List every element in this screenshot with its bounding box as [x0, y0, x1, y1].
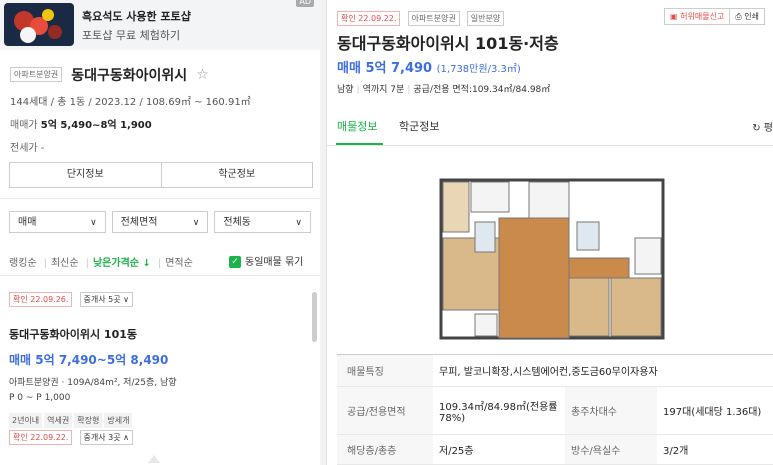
parking-value: 197대(세대당 1.36대): [657, 386, 773, 435]
divider: [0, 198, 320, 199]
ad-title[interactable]: 흑요석도 사용한 포토샵: [82, 8, 191, 24]
agent-count-label: 중개사 3곳: [83, 433, 121, 442]
parking-label: 총주차대수: [565, 386, 657, 435]
listing-info-table: 매물특징 무피, 발코니확장,시스템에어컨,중도금60무이자용자 공급/전용면적…: [337, 354, 773, 465]
agent-count-button[interactable]: 중개사 5곳 ∨: [79, 292, 134, 307]
filter-bar: 매매 ∨ 전체면적 ∨ 전체동 ∨: [9, 211, 312, 233]
price-value: 5억 5,490~8억 1,900: [40, 119, 152, 131]
area-value: 109.34㎡/84.98㎡(전용률78%): [433, 386, 565, 435]
same-listing-label: 동일매물 묶기: [245, 257, 304, 268]
chevron-down-icon: ∨: [192, 218, 200, 228]
detail-summary: 남향 | 역까지 7분 | 공급/전용 면적:109.34㎡/84.98㎡: [337, 85, 551, 95]
active-tab-indicator: [336, 143, 383, 145]
tab-school-info[interactable]: 학군정보: [399, 118, 439, 134]
trade-type-select[interactable]: 매매 ∨: [9, 211, 106, 233]
chevron-down-icon: ∨: [90, 218, 97, 228]
confirm-badge: 확인 22.09.22.: [337, 11, 401, 26]
floor-value: 저/25층: [433, 434, 565, 465]
pyung-label: 평: [763, 123, 773, 134]
sort-area[interactable]: 면적순: [165, 258, 193, 269]
detail-tabs: 매물정보 학군정보 ↻ 평: [327, 105, 773, 146]
floor-plan-image[interactable]: [439, 178, 665, 340]
sort-latest[interactable]: 최신순: [51, 258, 79, 269]
listing-footer: 확인 22.09.22. 중개사 3곳 ∧: [9, 425, 134, 445]
floor-label: 해당층/총층: [337, 434, 433, 465]
selected-pointer: [148, 455, 160, 463]
ad-badge: AD: [296, 0, 314, 7]
area-select[interactable]: 전체면적 ∨: [111, 211, 209, 233]
report-button[interactable]: ▣ 허위매물신고: [665, 9, 729, 24]
detail-price-value: 매매 5억 7,490: [337, 61, 433, 76]
scrollbar[interactable]: [312, 292, 317, 342]
agent-count-button[interactable]: 중개사 3곳 ∧: [79, 430, 134, 445]
tab-listing-info[interactable]: 매물정보: [337, 118, 377, 134]
detail-area: 공급/전용 면적:109.34㎡/84.98㎡: [413, 85, 551, 95]
rooms-value: 3/2개: [657, 434, 773, 465]
ad-subtitle[interactable]: 포토샵 무료 체험하기: [82, 27, 180, 43]
jeonse-price: 전세가 -: [10, 142, 45, 154]
detail-actions: ▣ 허위매물신고 ⎙ 인쇄: [664, 8, 765, 25]
same-listing-toggle[interactable]: ✓ 동일매물 묶기: [229, 253, 303, 268]
price-label: 매매가: [10, 119, 38, 131]
favorite-star-icon[interactable]: ☆: [196, 67, 209, 83]
chevron-down-icon: ∨: [295, 218, 303, 228]
ad-thumbnail[interactable]: [4, 3, 74, 46]
listing-price: 매매 5억 7,490~5억 8,490: [9, 353, 169, 367]
report-icon: ▣: [670, 12, 678, 21]
confirm-badge: 확인 22.09.26.: [9, 292, 73, 307]
complex-tab-buttons: 단지정보 학군정보: [9, 162, 313, 188]
building-value: 전체동: [223, 217, 251, 228]
detail-station: 역까지 7분: [362, 85, 405, 95]
detail-badges: 확인 22.09.22. 아파트분양권 일반분양: [337, 6, 505, 26]
detail-panel: 확인 22.09.22. 아파트분양권 일반분양 ▣ 허위매물신고 ⎙ 인쇄 동…: [327, 0, 773, 465]
report-label: 허위매물신고: [680, 12, 725, 21]
detail-price: 매매 5억 7,490 (1,738만원/3.3㎡): [337, 57, 521, 76]
feature-value: 무피, 발코니확장,시스템에어컨,중도금60무이자용자: [433, 354, 773, 387]
detail-direction: 남향: [337, 85, 354, 95]
refresh-icon: ↻: [752, 123, 761, 134]
detail-price-per: (1,738만원/3.3㎡): [436, 64, 521, 75]
list-item[interactable]: 동대구동화아이위시 101동 매매 5억 7,490~5억 8,490 아파트분…: [9, 326, 309, 428]
detail-title: 동대구동화아이위시 101동·저층: [337, 34, 559, 53]
type-tag: 일반분양: [466, 11, 505, 26]
confirm-badge: 확인 22.09.22.: [9, 430, 73, 445]
checkbox-checked-icon[interactable]: ✓: [229, 256, 241, 268]
sort-low-price[interactable]: 낮은가격순 ↓: [93, 258, 151, 269]
listing-spec: 아파트분양권 · 109A/84m², 저/25층, 남향: [9, 378, 177, 388]
school-info-button[interactable]: 학군정보: [160, 163, 313, 187]
panel-divider: [320, 0, 327, 465]
listing-header: 확인 22.09.26. 중개사 5곳 ∨: [9, 287, 134, 307]
area-label: 공급/전용면적: [337, 386, 433, 435]
complex-type-tag: 아파트분양권: [10, 67, 63, 82]
listing-premium: P 0 ~ P 1,000: [9, 393, 71, 403]
chevron-down-icon: ∨: [123, 295, 130, 304]
print-label: 인쇄: [744, 12, 759, 21]
complex-name: 동대구동화아이위시: [71, 67, 188, 84]
trade-type-value: 매매: [18, 217, 37, 228]
print-button[interactable]: ⎙ 인쇄: [729, 9, 764, 24]
complex-info-button[interactable]: 단지정보: [10, 163, 161, 187]
divider: [0, 275, 320, 276]
sort-ranking[interactable]: 랭킹순: [9, 258, 37, 269]
area-value: 전체면적: [120, 217, 158, 228]
agent-count-label: 중개사 5곳: [83, 295, 121, 304]
ad-banner[interactable]: 흑요석도 사용한 포토샵 포토샵 무료 체험하기 AD: [0, 0, 320, 50]
building-select[interactable]: 전체동 ∨: [214, 211, 312, 233]
listing-panel: 흑요석도 사용한 포토샵 포토샵 무료 체험하기 AD 아파트분양권 동대구동화…: [0, 0, 321, 465]
pyung-toggle[interactable]: ↻ 평: [752, 119, 773, 134]
chevron-up-icon: ∧: [123, 433, 130, 442]
print-icon: ⎙: [735, 12, 742, 21]
listing-name[interactable]: 동대구동화아이위시 101동: [9, 326, 309, 342]
rooms-label: 방수/욕실수: [565, 434, 657, 465]
complex-price: 매매가 5억 5,490~8억 1,900: [10, 116, 310, 131]
type-tag: 아파트분양권: [407, 11, 460, 26]
feature-label: 매물특징: [337, 354, 433, 387]
complex-info: 144세대 / 총 1동 / 2023.12 / 108.69㎡ ~ 160.9…: [10, 96, 251, 108]
